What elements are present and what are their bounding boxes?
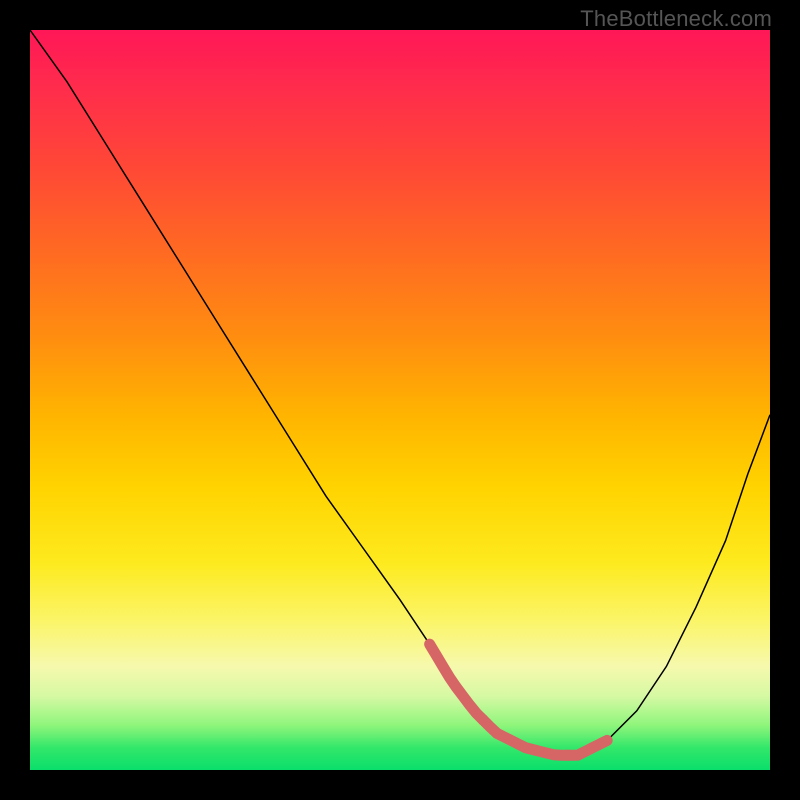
chart-frame: TheBottleneck.com <box>0 0 800 800</box>
optimal-segment-left <box>430 644 483 720</box>
optimal-segment-flat <box>483 720 568 756</box>
bottleneck-curve <box>30 30 770 755</box>
optimal-segment-right <box>568 740 607 755</box>
watermark-text: TheBottleneck.com <box>580 6 772 32</box>
plot-area <box>30 30 770 770</box>
curve-svg <box>30 30 770 770</box>
